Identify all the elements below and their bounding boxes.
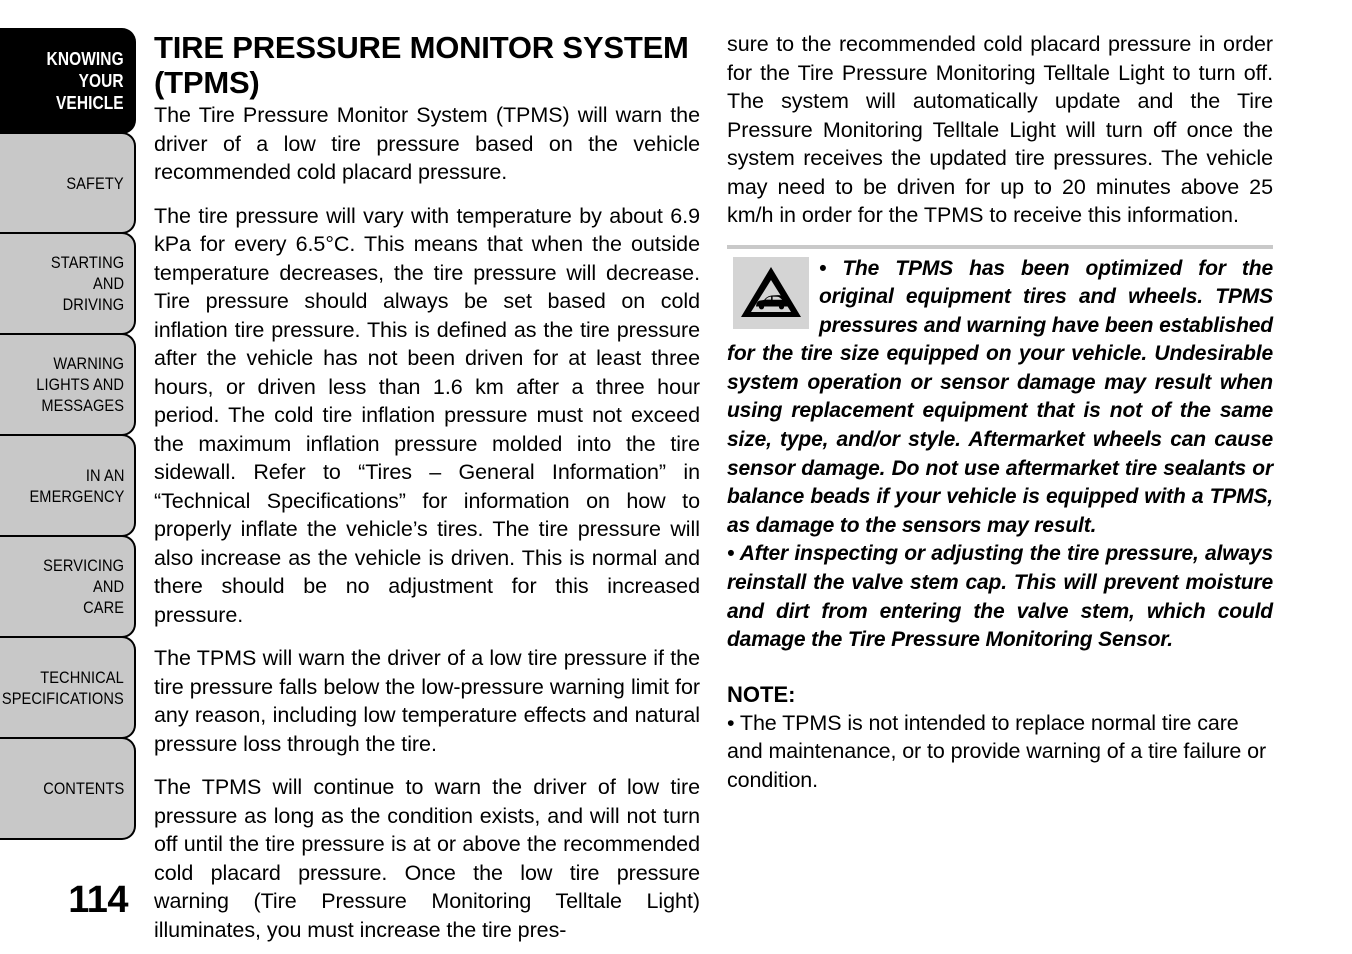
- sidebar-item-contents[interactable]: CONTENTS: [0, 737, 136, 840]
- note-body: • The TPMS is not intended to replace no…: [727, 710, 1267, 792]
- sidebar-item-label: SERVICING AND CARE: [43, 556, 124, 617]
- page-number: 114: [68, 879, 128, 921]
- sidebar-item-warning-lights-and-messages[interactable]: WARNING LIGHTS AND MESSAGES: [0, 333, 136, 436]
- manual-page: KNOWING YOUR VEHICLE SAFETY STARTING AND…: [0, 0, 1352, 954]
- sidebar-item-label: STARTING AND DRIVING: [50, 253, 124, 314]
- sidebar-item-label: SAFETY: [66, 173, 124, 193]
- paragraph-low-pressure-warning: The TPMS will warn the driver of a low t…: [154, 646, 700, 756]
- sidebar-item-label: WARNING LIGHTS AND MESSAGES: [36, 354, 124, 415]
- sidebar-item-safety[interactable]: SAFETY: [0, 132, 136, 234]
- page-title: TIRE PRESSURE MONITOR SYSTEM (TPMS): [154, 30, 689, 100]
- sidebar-item-technical-specifications[interactable]: TECHNICAL SPECIFICATIONS: [0, 636, 136, 739]
- paragraph-temperature-effects: The tire pressure will vary with tempera…: [154, 203, 700, 627]
- warning-bullet-1: • The TPMS has been optimized for the or…: [727, 255, 1273, 541]
- warning-callout: • The TPMS has been optimized for the or…: [727, 244, 1273, 655]
- warning-divider-rule: [727, 244, 1273, 249]
- sidebar-item-in-an-emergency[interactable]: IN AN EMERGENCY: [0, 434, 136, 537]
- paragraph-continuous-warning: The TPMS will continue to warn the drive…: [154, 775, 700, 942]
- sidebar-item-label: TECHNICAL SPECIFICATIONS: [2, 667, 124, 708]
- note-title: NOTE:: [727, 681, 796, 707]
- sidebar-item-label: IN AN EMERGENCY: [28, 465, 124, 506]
- left-text-column: TIRE PRESSURE MONITOR SYSTEM (TPMS) The …: [154, 30, 700, 944]
- warning-triangle-car-icon: [733, 256, 809, 329]
- sidebar-item-label: KNOWING YOUR VEHICLE: [46, 49, 124, 113]
- sidebar-item-starting-and-driving[interactable]: STARTING AND DRIVING: [0, 232, 136, 335]
- sidebar-item-label: CONTENTS: [42, 779, 124, 798]
- sidebar-item-servicing-and-care[interactable]: SERVICING AND CARE: [0, 535, 136, 638]
- warning-bullet-2: • After inspecting or adjusting the tire…: [727, 542, 1273, 652]
- section-tab-sidebar: KNOWING YOUR VEHICLE SAFETY STARTING AND…: [0, 28, 136, 840]
- paragraph-intro: The Tire Pressure Monitor System (TPMS) …: [154, 103, 700, 184]
- sidebar-item-knowing-your-vehicle[interactable]: KNOWING YOUR VEHICLE: [0, 28, 136, 134]
- note-callout: NOTE: • The TPMS is not intended to repl…: [727, 681, 1273, 795]
- paragraph-continued: sure to the recommended cold placard pre…: [727, 32, 1273, 227]
- right-text-column: sure to the recommended cold placard pre…: [727, 30, 1273, 794]
